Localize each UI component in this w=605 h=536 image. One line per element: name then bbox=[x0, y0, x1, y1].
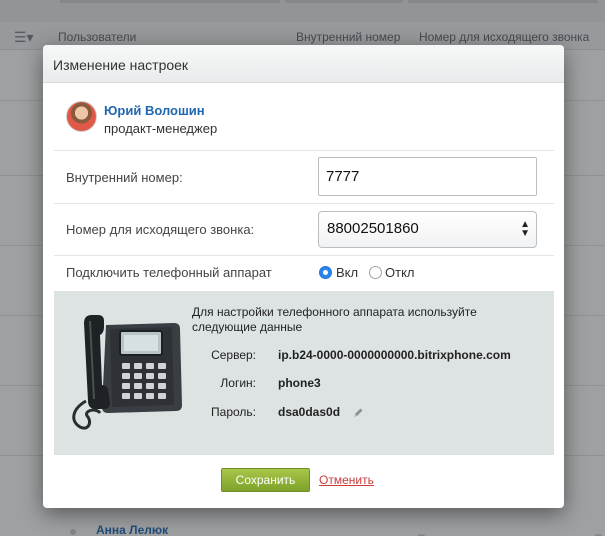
avatar bbox=[66, 101, 97, 132]
form-divider bbox=[54, 150, 554, 151]
cancel-link[interactable]: Отменить bbox=[319, 473, 374, 487]
phone-connect-label: Подключить телефонный аппарат bbox=[66, 265, 272, 280]
user-info: Юрий Волошин продакт-менеджер bbox=[66, 101, 366, 141]
login-label: Логин: bbox=[220, 376, 256, 390]
phone-setup-intro: Для настройки телефонного аппарата испол… bbox=[192, 305, 477, 334]
extension-label: Внутренний номер: bbox=[66, 170, 183, 185]
select-arrows-icon: ▲ ▼ bbox=[520, 219, 530, 239]
form-divider bbox=[54, 255, 554, 256]
desk-phone-icon bbox=[72, 315, 182, 430]
outgoing-number-label: Номер для исходящего звонка: bbox=[66, 222, 255, 237]
dialog-title-bar[interactable]: Изменение настроек bbox=[43, 45, 564, 83]
edit-pencil-icon[interactable] bbox=[352, 407, 364, 419]
phone-setup-panel: Для настройки телефонного аппарата испол… bbox=[54, 291, 554, 455]
radio-on[interactable] bbox=[319, 266, 332, 279]
form-divider bbox=[54, 203, 554, 204]
server-value: ip.b24-0000-0000000000.bitrixphone.com bbox=[278, 348, 511, 362]
login-value: phone3 bbox=[278, 376, 321, 390]
outgoing-number-value: 88002501860 bbox=[327, 220, 419, 237]
password-label: Пароль: bbox=[211, 405, 256, 419]
server-label: Сервер: bbox=[211, 348, 256, 362]
save-button[interactable]: Сохранить bbox=[221, 468, 310, 492]
radio-off-label[interactable]: Откл bbox=[385, 265, 415, 280]
password-value: dsa0das0d bbox=[278, 405, 341, 419]
outgoing-number-select[interactable]: 88002501860 ▲ ▼ bbox=[318, 211, 537, 248]
user-role: продакт-менеджер bbox=[104, 121, 218, 136]
radio-on-label[interactable]: Вкл bbox=[336, 265, 358, 280]
user-name-link[interactable]: Юрий Волошин bbox=[104, 103, 205, 118]
radio-off[interactable] bbox=[369, 266, 382, 279]
dialog-title: Изменение настроек bbox=[53, 57, 189, 73]
extension-input[interactable] bbox=[318, 157, 537, 196]
settings-dialog: Изменение настроек Юрий Волошин продакт-… bbox=[43, 45, 564, 508]
